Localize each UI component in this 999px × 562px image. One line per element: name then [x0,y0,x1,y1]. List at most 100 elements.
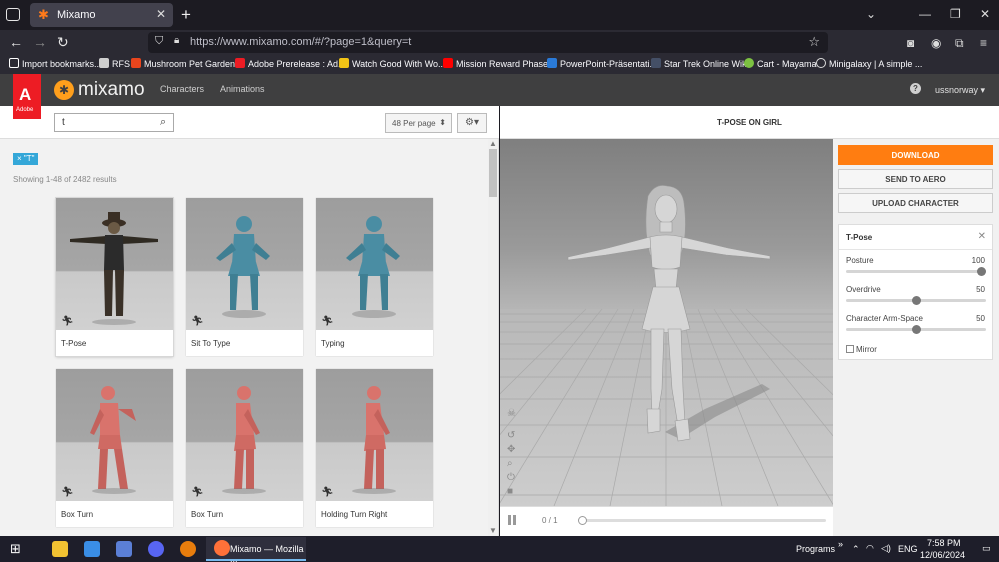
extensions-icon[interactable]: ⧉ [955,36,964,51]
discord-icon[interactable] [148,541,164,557]
mail-icon[interactable] [84,541,100,557]
file-explorer-icon[interactable] [52,541,68,557]
slider-knob[interactable] [911,296,921,305]
notifications-icon[interactable]: ▭ [982,543,991,554]
scrollbar-thumb[interactable] [489,149,497,197]
bookmark-item[interactable]: Import bookmarks... [9,58,102,69]
language-indicator[interactable]: ENG [898,544,918,554]
bookmark-item[interactable]: Mission Reward Phase... [443,58,556,69]
animation-thumbnail[interactable]: 🏃︎ [316,369,433,501]
slider-knob[interactable] [911,325,921,334]
rotate-view-icon[interactable]: ↺ [507,430,515,441]
clock-time[interactable]: 7:58 PM [927,538,961,548]
mixamo-logo-icon[interactable]: ✱ [54,80,74,100]
animation-card[interactable]: 🏃︎ Sit To Type [186,198,303,356]
checkbox-box[interactable] [846,345,854,353]
tracking-shield-icon[interactable]: ⛉ [155,35,163,48]
volume-icon[interactable]: ◁) [881,543,891,554]
bookmark-item[interactable]: PowerPoint-Präsentati... [547,58,657,69]
download-button[interactable]: DOWNLOAD [838,145,993,165]
forward-icon[interactable]: → [33,35,47,49]
adobe-logo[interactable]: A Adobe [13,74,41,119]
tab-list-icon[interactable] [6,8,20,21]
zoom-view-icon[interactable]: ⌕ [507,458,513,469]
minimize-icon[interactable]: — [919,7,931,21]
animation-card[interactable]: 🏃︎ Box Turn [186,369,303,527]
taskbar-firefox-window[interactable]: Mixamo — Mozilla ... [206,537,306,562]
reload-icon[interactable]: ↻ [57,35,69,49]
timeline-knob[interactable] [578,516,587,525]
url-text[interactable]: https://www.mixamo.com/#/?page=1&query=t [190,36,411,48]
windows-start-icon[interactable]: ⊞ [10,541,21,557]
back-icon[interactable]: ← [9,35,23,49]
bookmark-item[interactable]: Minigalaxy | A simple ... [816,58,922,69]
results-scrollbar[interactable]: ▲ ▼ [488,139,498,536]
per-page-select[interactable]: 48 Per page ⬍ [385,113,452,133]
animation-thumbnail[interactable]: 🏃︎ [186,198,303,330]
nav-animations[interactable]: Animations [220,84,265,94]
browser-tab-mixamo[interactable]: ✱ Mixamo ✕ [30,3,173,27]
animation-name: Box Turn [191,510,224,519]
list-all-tabs-icon[interactable]: ⌄ [866,7,876,21]
animation-card[interactable]: 🏃︎ Typing [316,198,433,356]
upload-character-button[interactable]: UPLOAD CHARACTER [838,193,993,213]
bookmark-item[interactable]: Star Trek Online Wiki [651,58,749,69]
close-icon[interactable]: ✕ [978,231,986,242]
bookmark-item[interactable]: Adobe Prerelease : Ad... [235,58,346,69]
chevron-right-icon[interactable]: » [838,539,843,549]
help-icon[interactable]: ? [910,83,921,94]
camera-icon[interactable]: ■ [507,486,513,497]
arm-space-slider[interactable] [846,325,986,334]
menu-icon[interactable]: ≡ [980,36,987,50]
clock-date[interactable]: 12/06/2024 [920,550,965,560]
restore-icon[interactable]: ❐ [950,7,961,21]
pause-icon[interactable] [508,515,517,525]
scroll-up-icon[interactable]: ▲ [489,139,497,148]
bookmark-item[interactable]: Watch Good With Wo... [339,58,446,69]
reset-view-icon[interactable]: ⏻ [507,472,515,483]
mirror-checkbox[interactable]: Mirror [846,345,877,354]
url-bar[interactable]: ⛉ 🔒︎ https://www.mixamo.com/#/?page=1&qu… [148,32,828,53]
bookmark-item[interactable]: Cart - Mayama [744,58,817,69]
animation-settings-card: T-Pose ✕ Posture 100 Overdrive 50 Charac… [838,224,993,360]
send-to-aero-button[interactable]: SEND TO AERO [838,169,993,189]
animation-card[interactable]: 🏃︎ T-Pose [56,198,173,356]
slider-value: 50 [976,285,985,294]
settings-gear-button[interactable]: ⚙▾ [457,113,487,133]
account-icon[interactable]: ◉ [931,36,941,50]
pocket-icon[interactable]: ◙ [907,36,914,50]
skeleton-icon[interactable]: ☠ [507,408,516,419]
pan-view-icon[interactable]: ✥ [507,444,515,455]
nav-characters[interactable]: Characters [160,84,204,94]
new-tab-icon[interactable]: + [181,5,191,25]
animation-card[interactable]: 🏃︎ Box Turn [56,369,173,527]
network-icon[interactable]: ◠ [866,543,874,554]
bookmark-item[interactable]: Mushroom Pet Garden... [131,58,243,69]
animation-thumbnail[interactable]: 🏃︎ [316,198,433,330]
animation-thumbnail[interactable]: 🏃︎ [186,369,303,501]
scroll-down-icon[interactable]: ▼ [489,526,497,535]
window-close-icon[interactable]: ✕ [980,7,990,21]
app-b-icon[interactable] [116,541,132,557]
blender-icon[interactable] [180,541,196,557]
search-input[interactable] [54,113,174,132]
lock-icon[interactable]: 🔒︎ [174,35,179,46]
search-filter-chip[interactable]: × "T" [13,153,39,165]
overdrive-slider[interactable] [846,296,986,305]
bookmark-item[interactable]: RFS [99,58,130,69]
slider-knob[interactable] [977,267,986,276]
animation-card[interactable]: 🏃︎ Holding Turn Right [316,369,433,527]
user-menu[interactable]: ussnorway ▾ [935,85,985,96]
animation-thumbnail[interactable]: 🏃︎ [56,198,173,330]
programs-toolbar[interactable]: Programs [796,544,835,554]
posture-slider[interactable] [846,267,986,276]
tab-title: Mixamo [57,9,96,21]
system-tray-expand-icon[interactable]: ⌃ [852,544,860,555]
bookmark-star-icon[interactable]: ☆ [808,34,820,50]
3d-viewport[interactable] [500,139,833,506]
tab-close-icon[interactable]: ✕ [156,7,166,21]
animation-thumbnail[interactable]: 🏃︎ [56,369,173,501]
search-icon[interactable]: ⌕ [160,116,166,129]
timeline-slider[interactable] [578,516,826,525]
mixamo-brand[interactable]: mixamo [78,79,145,101]
